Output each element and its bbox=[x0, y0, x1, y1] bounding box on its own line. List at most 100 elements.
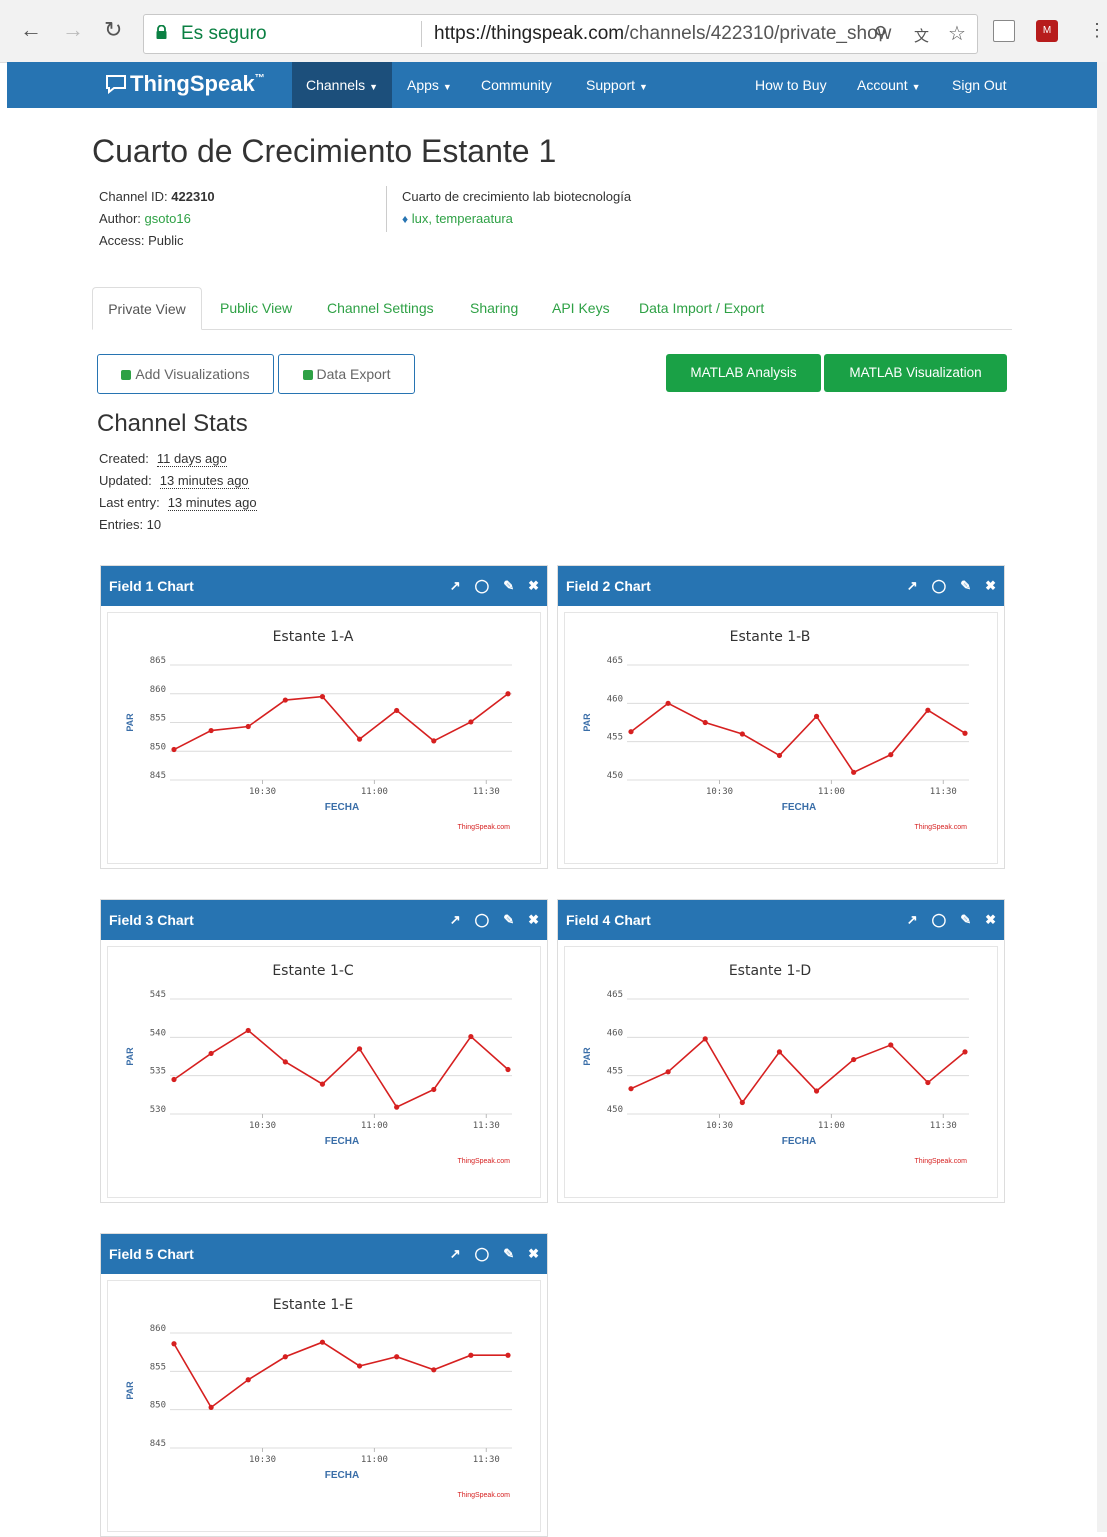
comment-icon[interactable]: ◯ bbox=[932, 912, 947, 927]
chart-area: Estante 1-B 450 455 460 465 10:30 11:00 11:30 FE… bbox=[564, 612, 998, 864]
nav-support[interactable]: Support ▼ bbox=[572, 62, 662, 108]
y-tick-label: 530 bbox=[150, 1105, 166, 1115]
open-external-icon[interactable]: ↗ bbox=[907, 578, 918, 593]
data-point bbox=[171, 1341, 177, 1347]
divider bbox=[421, 21, 422, 47]
tab-sharing[interactable]: Sharing bbox=[470, 287, 518, 329]
x-tick-label: 11:00 bbox=[818, 787, 845, 797]
thingspeak-logo[interactable]: ThingSpeak™ bbox=[105, 71, 265, 97]
field-3-chart: Estante 1-C 530 535 540 545 10:30 11:00 11:30 FE… bbox=[125, 963, 512, 1165]
x-tick-label: 11:30 bbox=[930, 1121, 957, 1131]
tags-link[interactable]: lux, temperaatura bbox=[412, 211, 513, 226]
x-tick-label: 11:30 bbox=[930, 787, 957, 797]
comment-icon[interactable]: ◯ bbox=[932, 578, 947, 593]
tab-data-import-export[interactable]: Data Import / Export bbox=[639, 287, 764, 329]
data-export-button[interactable]: Data Export bbox=[278, 354, 415, 394]
chart-title: Estante 1-B bbox=[730, 629, 811, 645]
edit-icon[interactable]: ✎ bbox=[960, 578, 971, 593]
comment-icon[interactable]: ◯ bbox=[475, 912, 490, 927]
url-text[interactable]: https://thingspeak.com/channels/422310/p… bbox=[434, 23, 891, 45]
channel-stats-title: Channel Stats bbox=[97, 410, 248, 437]
close-icon[interactable]: ✖ bbox=[528, 1246, 539, 1261]
data-point bbox=[925, 1079, 931, 1086]
data-point bbox=[468, 1033, 474, 1040]
data-point bbox=[468, 719, 474, 725]
open-external-icon[interactable]: ↗ bbox=[450, 1246, 461, 1261]
tab-channel-settings[interactable]: Channel Settings bbox=[327, 287, 434, 329]
x-axis-label: FECHA bbox=[782, 1136, 816, 1147]
open-external-icon[interactable]: ↗ bbox=[450, 578, 461, 593]
data-point bbox=[468, 1352, 474, 1358]
open-external-icon[interactable]: ↗ bbox=[450, 912, 461, 927]
edit-icon[interactable]: ✎ bbox=[503, 578, 514, 593]
data-point bbox=[665, 700, 671, 706]
caret-down-icon: ▼ bbox=[369, 82, 379, 92]
menu-icon[interactable]: ⋮ bbox=[1088, 18, 1106, 42]
data-point bbox=[431, 1367, 437, 1373]
data-point bbox=[888, 1042, 894, 1048]
open-external-icon[interactable]: ↗ bbox=[907, 912, 918, 927]
data-point bbox=[813, 713, 820, 719]
nav-sign-out[interactable]: Sign Out bbox=[938, 62, 1020, 108]
data-point bbox=[208, 1050, 214, 1057]
matlab-analysis-button[interactable]: MATLAB Analysis bbox=[666, 354, 821, 392]
field-3-chart-panel: Field 3 Chart ↗ ◯ ✎ ✖ Estante 1-C 530 535 540 5… bbox=[100, 899, 548, 1203]
y-tick-label: 450 bbox=[607, 771, 623, 781]
chart-credit: ThingSpeak.com bbox=[914, 1158, 967, 1165]
y-tick-label: 455 bbox=[607, 1067, 623, 1077]
forward-icon[interactable]: → bbox=[62, 18, 84, 42]
edit-icon[interactable]: ✎ bbox=[503, 1246, 514, 1261]
x-tick-label: 11:30 bbox=[473, 1121, 500, 1131]
author-link[interactable]: gsoto16 bbox=[145, 211, 191, 226]
close-icon[interactable]: ✖ bbox=[528, 912, 539, 927]
mendeley-extension-icon[interactable]: M bbox=[1036, 20, 1058, 42]
field-1-chart: Estante 1-A 845 850 855 860 865 10:30 11:00 11:3… bbox=[125, 629, 512, 831]
x-tick-label: 11:00 bbox=[818, 1121, 845, 1131]
comment-icon[interactable]: ◯ bbox=[475, 578, 490, 593]
nav-apps[interactable]: Apps ▼ bbox=[393, 62, 466, 108]
x-axis-label: FECHA bbox=[325, 802, 359, 813]
lock-icon bbox=[156, 25, 167, 39]
tab-api-keys[interactable]: API Keys bbox=[552, 287, 610, 329]
browser-toolbar: ← → ↻ Es seguro https://thingspeak.com/c… bbox=[0, 0, 1107, 63]
x-tick-label: 10:30 bbox=[706, 1121, 733, 1131]
page-scrollbar[interactable] bbox=[1097, 62, 1107, 1532]
nav-channels[interactable]: Channels ▼ bbox=[292, 62, 393, 108]
comment-icon[interactable]: ◯ bbox=[475, 1246, 490, 1261]
channel-tabs: Private View Public View Channel Setting… bbox=[92, 287, 1012, 330]
chart-title: Estante 1-D bbox=[729, 963, 811, 979]
chart-credit: ThingSpeak.com bbox=[457, 1158, 510, 1165]
chart-area: Estante 1-A 845 850 855 860 865 10:30 11:00 11:3… bbox=[107, 612, 541, 864]
channel-id: 422310 bbox=[171, 189, 215, 204]
close-icon[interactable]: ✖ bbox=[985, 912, 996, 927]
data-point bbox=[776, 752, 783, 759]
translate-icon[interactable]: 文 bbox=[914, 25, 929, 46]
chart-credit: ThingSpeak.com bbox=[914, 824, 967, 831]
add-visualizations-button[interactable]: Add Visualizations bbox=[97, 354, 274, 394]
data-point bbox=[505, 1352, 511, 1358]
back-icon[interactable]: ← bbox=[20, 18, 42, 42]
matlab-visualization-button[interactable]: MATLAB Visualization bbox=[824, 354, 1007, 392]
star-icon[interactable]: ☆ bbox=[948, 21, 966, 46]
data-point bbox=[962, 1049, 968, 1055]
tab-private-view[interactable]: Private View bbox=[92, 287, 202, 330]
address-bar[interactable]: Es seguro https://thingspeak.com/channel… bbox=[143, 14, 978, 54]
tab-public-view[interactable]: Public View bbox=[220, 287, 292, 329]
x-tick-label: 10:30 bbox=[249, 1455, 276, 1465]
close-icon[interactable]: ✖ bbox=[528, 578, 539, 593]
document-extension-icon[interactable] bbox=[993, 20, 1015, 42]
tags-icon: ♦ bbox=[402, 212, 409, 226]
nav-how-to-buy[interactable]: How to Buy bbox=[741, 62, 841, 108]
edit-icon[interactable]: ✎ bbox=[960, 912, 971, 927]
chart-credit: ThingSpeak.com bbox=[457, 824, 510, 831]
channel-description-block: Cuarto de crecimiento lab biotecnología … bbox=[402, 186, 631, 230]
nav-community[interactable]: Community bbox=[467, 62, 566, 108]
zoom-icon[interactable]: ⚲ bbox=[874, 23, 887, 44]
x-axis-label: FECHA bbox=[782, 802, 816, 813]
edit-icon[interactable]: ✎ bbox=[503, 912, 514, 927]
reload-icon[interactable]: ↻ bbox=[104, 18, 122, 42]
nav-account[interactable]: Account ▼ bbox=[843, 62, 935, 108]
data-point bbox=[208, 727, 214, 734]
data-point bbox=[356, 736, 363, 742]
close-icon[interactable]: ✖ bbox=[985, 578, 996, 593]
